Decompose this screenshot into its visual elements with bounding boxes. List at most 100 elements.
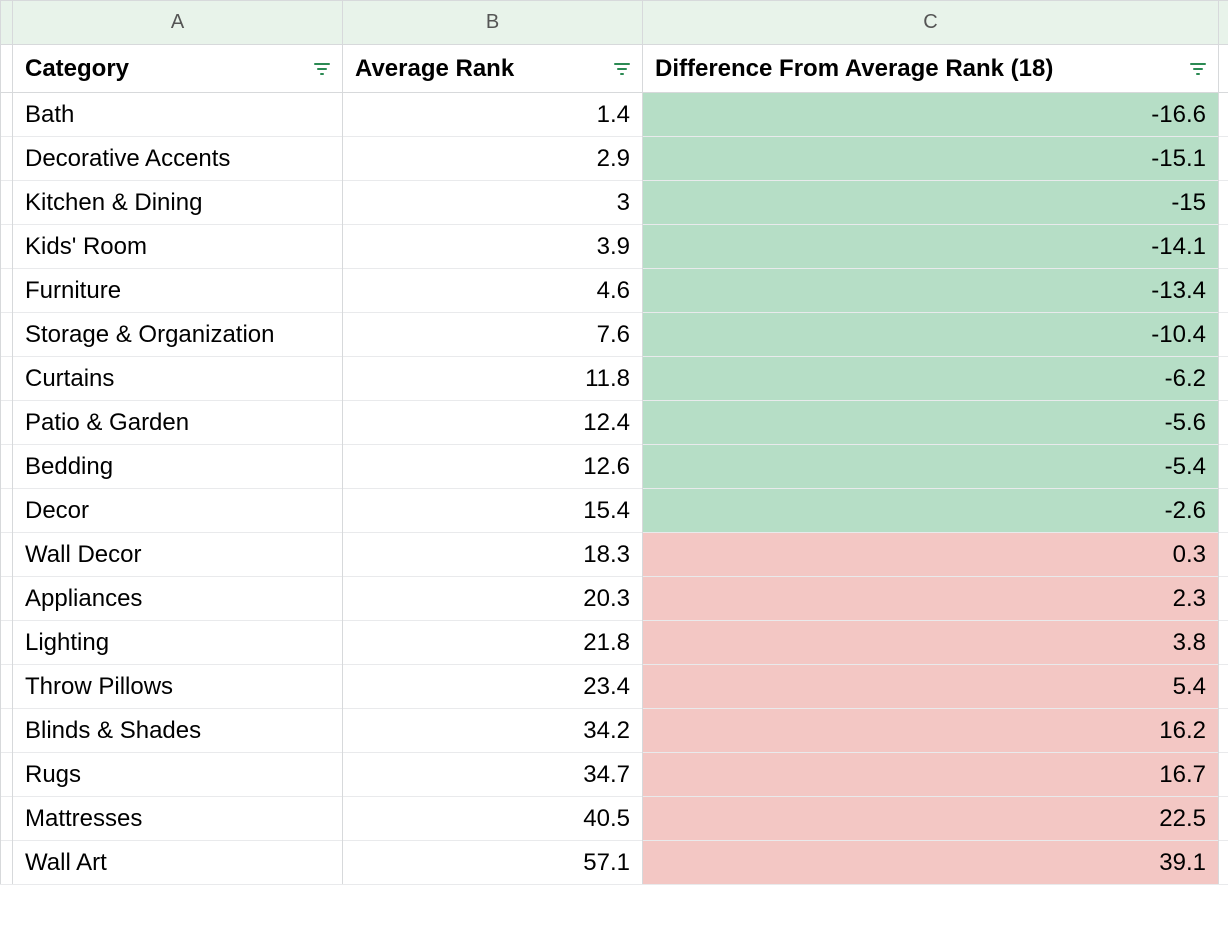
- cell-difference[interactable]: -15.1: [643, 137, 1219, 181]
- header-label: Category: [25, 55, 129, 82]
- cell-category[interactable]: Decor: [13, 489, 343, 533]
- cell-difference[interactable]: -2.6: [643, 489, 1219, 533]
- cell-category[interactable]: Kids' Room: [13, 225, 343, 269]
- cell-difference[interactable]: -5.6: [643, 401, 1219, 445]
- row-gutter: [1219, 137, 1228, 181]
- table-row: Rugs34.716.7: [1, 753, 1228, 797]
- row-gutter: [1, 533, 13, 577]
- cell-average-rank[interactable]: 3: [343, 181, 643, 225]
- cell-average-rank[interactable]: 1.4: [343, 93, 643, 137]
- cell-category[interactable]: Bath: [13, 93, 343, 137]
- cell-average-rank[interactable]: 12.4: [343, 401, 643, 445]
- column-edge: [1219, 1, 1228, 45]
- row-gutter: [1, 665, 13, 709]
- cell-category[interactable]: Mattresses: [13, 797, 343, 841]
- cell-average-rank[interactable]: 2.9: [343, 137, 643, 181]
- cell-category[interactable]: Wall Art: [13, 841, 343, 885]
- cell-difference[interactable]: -10.4: [643, 313, 1219, 357]
- cell-category[interactable]: Throw Pillows: [13, 665, 343, 709]
- column-header-b[interactable]: B: [343, 1, 643, 45]
- cell-difference[interactable]: -5.4: [643, 445, 1219, 489]
- table-row: Lighting21.83.8: [1, 621, 1228, 665]
- cell-difference[interactable]: -13.4: [643, 269, 1219, 313]
- cell-difference[interactable]: -6.2: [643, 357, 1219, 401]
- table-row: Decor15.4-2.6: [1, 489, 1228, 533]
- row-gutter: [1, 357, 13, 401]
- cell-difference[interactable]: 16.7: [643, 753, 1219, 797]
- header-cell-category[interactable]: Category: [13, 45, 343, 93]
- cell-category[interactable]: Rugs: [13, 753, 343, 797]
- column-header-a[interactable]: A: [13, 1, 343, 45]
- table-row: Furniture4.6-13.4: [1, 269, 1228, 313]
- select-all-corner[interactable]: [1, 1, 13, 45]
- row-gutter: [1219, 665, 1228, 709]
- cell-difference[interactable]: -14.1: [643, 225, 1219, 269]
- cell-average-rank[interactable]: 4.6: [343, 269, 643, 313]
- cell-average-rank[interactable]: 7.6: [343, 313, 643, 357]
- table-row: Patio & Garden12.4-5.6: [1, 401, 1228, 445]
- cell-category[interactable]: Curtains: [13, 357, 343, 401]
- row-gutter: [1, 489, 13, 533]
- row-gutter: [1, 621, 13, 665]
- filter-icon[interactable]: [312, 59, 332, 79]
- row-gutter: [1219, 445, 1228, 489]
- table-row: Wall Decor18.30.3: [1, 533, 1228, 577]
- cell-average-rank[interactable]: 21.8: [343, 621, 643, 665]
- cell-average-rank[interactable]: 15.4: [343, 489, 643, 533]
- table-row: Storage & Organization7.6-10.4: [1, 313, 1228, 357]
- header-cell-difference[interactable]: Difference From Average Rank (18): [643, 45, 1219, 93]
- cell-difference[interactable]: 16.2: [643, 709, 1219, 753]
- row-gutter: [1, 445, 13, 489]
- cell-category[interactable]: Appliances: [13, 577, 343, 621]
- cell-difference[interactable]: 3.8: [643, 621, 1219, 665]
- cell-category[interactable]: Storage & Organization: [13, 313, 343, 357]
- row-gutter: [1219, 313, 1228, 357]
- table-row: Appliances20.32.3: [1, 577, 1228, 621]
- table-row: Kids' Room3.9-14.1: [1, 225, 1228, 269]
- spreadsheet-grid[interactable]: A B C Category Average Rank Difference F…: [0, 0, 1228, 885]
- cell-category[interactable]: Decorative Accents: [13, 137, 343, 181]
- row-gutter: [1, 577, 13, 621]
- row-gutter: [1, 841, 13, 885]
- table-row: Kitchen & Dining3-15: [1, 181, 1228, 225]
- cell-category[interactable]: Wall Decor: [13, 533, 343, 577]
- cell-category[interactable]: Patio & Garden: [13, 401, 343, 445]
- cell-average-rank[interactable]: 34.2: [343, 709, 643, 753]
- cell-average-rank[interactable]: 20.3: [343, 577, 643, 621]
- cell-category[interactable]: Kitchen & Dining: [13, 181, 343, 225]
- cell-category[interactable]: Lighting: [13, 621, 343, 665]
- cell-difference[interactable]: 0.3: [643, 533, 1219, 577]
- row-gutter: [1, 181, 13, 225]
- table-row: Mattresses40.522.5: [1, 797, 1228, 841]
- row-gutter: [1219, 489, 1228, 533]
- row-gutter: [1, 269, 13, 313]
- table-row: Curtains11.8-6.2: [1, 357, 1228, 401]
- row-gutter: [1219, 401, 1228, 445]
- header-cell-average-rank[interactable]: Average Rank: [343, 45, 643, 93]
- cell-average-rank[interactable]: 23.4: [343, 665, 643, 709]
- cell-average-rank[interactable]: 40.5: [343, 797, 643, 841]
- cell-average-rank[interactable]: 3.9: [343, 225, 643, 269]
- column-header-c[interactable]: C: [643, 1, 1219, 45]
- table-row: Wall Art57.139.1: [1, 841, 1228, 885]
- cell-average-rank[interactable]: 57.1: [343, 841, 643, 885]
- filter-icon[interactable]: [612, 59, 632, 79]
- table-header-row: Category Average Rank Difference From Av…: [1, 45, 1228, 93]
- filter-icon[interactable]: [1188, 59, 1208, 79]
- cell-category[interactable]: Blinds & Shades: [13, 709, 343, 753]
- table-row: Decorative Accents2.9-15.1: [1, 137, 1228, 181]
- cell-average-rank[interactable]: 12.6: [343, 445, 643, 489]
- cell-difference[interactable]: -15: [643, 181, 1219, 225]
- cell-category[interactable]: Bedding: [13, 445, 343, 489]
- cell-difference[interactable]: 39.1: [643, 841, 1219, 885]
- cell-difference[interactable]: 22.5: [643, 797, 1219, 841]
- cell-difference[interactable]: 5.4: [643, 665, 1219, 709]
- cell-average-rank[interactable]: 34.7: [343, 753, 643, 797]
- row-gutter: [1, 225, 13, 269]
- row-gutter: [1, 137, 13, 181]
- cell-difference[interactable]: 2.3: [643, 577, 1219, 621]
- cell-category[interactable]: Furniture: [13, 269, 343, 313]
- cell-average-rank[interactable]: 11.8: [343, 357, 643, 401]
- cell-average-rank[interactable]: 18.3: [343, 533, 643, 577]
- cell-difference[interactable]: -16.6: [643, 93, 1219, 137]
